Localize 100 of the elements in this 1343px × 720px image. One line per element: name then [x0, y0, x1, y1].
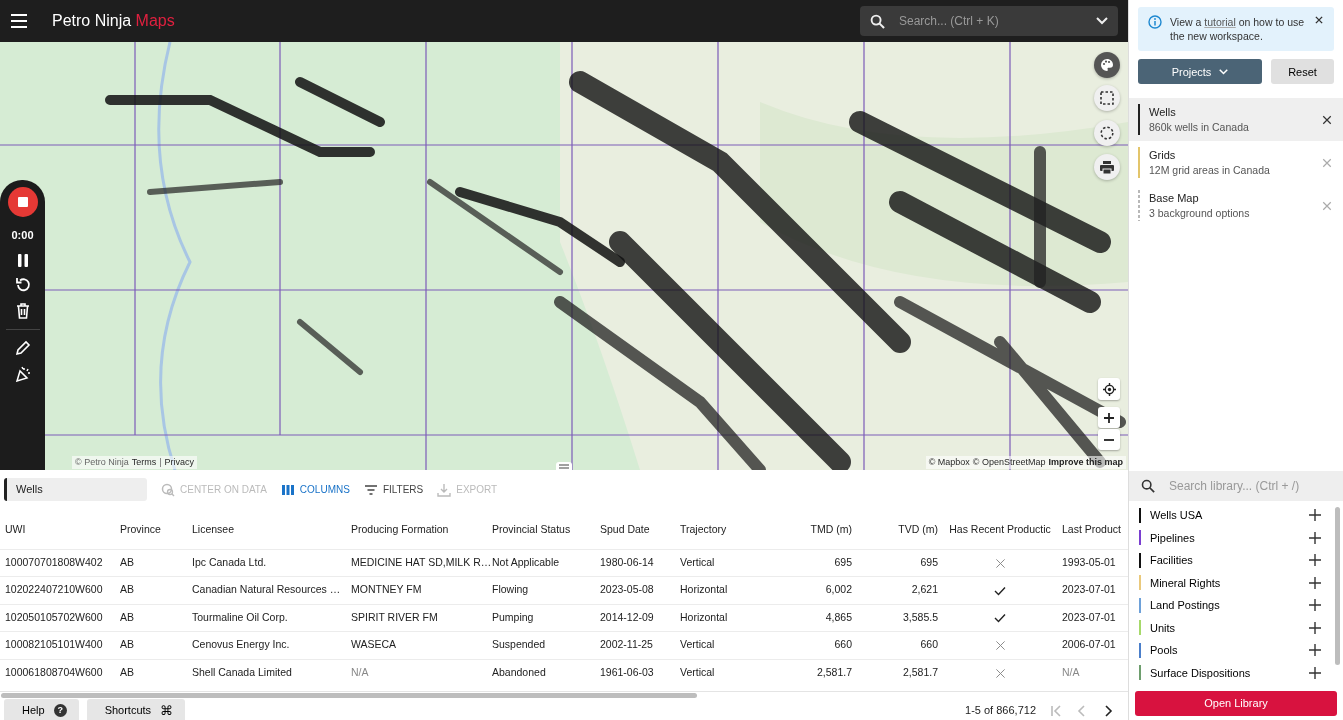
- layer-description: 12M grid areas in Canada: [1149, 163, 1271, 179]
- table-cell: Vertical: [680, 555, 715, 568]
- column-header[interactable]: Producing Formation: [351, 522, 449, 535]
- table-cell: 2,581.7: [816, 666, 852, 679]
- projects-button[interactable]: Projects: [1138, 59, 1262, 85]
- library-item-name: Units: [1150, 620, 1177, 636]
- library-item[interactable]: Facilities: [1129, 549, 1333, 572]
- tutorial-link[interactable]: tutorial: [1204, 16, 1236, 28]
- table-cell: Horizontal: [680, 610, 728, 623]
- table-cell: AB: [120, 555, 134, 568]
- close-button[interactable]: [1314, 15, 1324, 25]
- plus-icon: [1309, 599, 1321, 612]
- plus-icon: [1309, 666, 1321, 679]
- menu-button[interactable]: [10, 14, 28, 28]
- layer-description: 860k wells in Canada: [1149, 120, 1250, 136]
- table-cell: Ipc Canada Ltd.: [192, 555, 267, 568]
- table-cell: 2023-07-01: [1062, 610, 1116, 623]
- table-cell: Canadian Natural Resources …: [192, 583, 341, 596]
- remove-layer-button[interactable]: [1321, 113, 1333, 126]
- filter-icon: [363, 482, 378, 497]
- library-item-name: Pipelines: [1150, 530, 1196, 546]
- library-search-field[interactable]: Search library... (Ctrl + /): [1129, 471, 1343, 501]
- trash-button[interactable]: [15, 302, 30, 319]
- pencil-button[interactable]: [14, 339, 31, 356]
- table-cell: 100082105101W400: [5, 638, 103, 651]
- attribution-link[interactable]: © Mapbox: [928, 455, 970, 469]
- table-cell: 695: [920, 555, 938, 568]
- library-item[interactable]: Land Postings: [1129, 594, 1333, 617]
- zoom-in-button[interactable]: [1098, 407, 1120, 428]
- library-item[interactable]: Wells USA: [1129, 504, 1333, 527]
- column-header[interactable]: UWI: [5, 522, 26, 535]
- undo-button[interactable]: [14, 276, 31, 293]
- plus-icon: [1104, 412, 1114, 423]
- layer-item[interactable]: Grids 12M grid areas in Canada: [1129, 141, 1343, 185]
- table-cell: 2002-11-25: [600, 638, 653, 651]
- scrollbar-thumb[interactable]: [1, 692, 697, 698]
- zoom-out-button[interactable]: [1098, 429, 1120, 450]
- layer-item[interactable]: Wells 860k wells in Canada: [1129, 98, 1343, 142]
- table-cell: 2023-05-08: [600, 583, 654, 596]
- scrollbar-thumb[interactable]: [1335, 507, 1340, 665]
- crosshair-icon: [1102, 382, 1116, 396]
- table-cell: AB: [120, 583, 134, 596]
- table-cell: 3,585.5: [902, 610, 938, 623]
- plus-icon: [1309, 576, 1321, 589]
- attribution-link[interactable]: © OpenStreetMap: [972, 455, 1046, 469]
- plus-icon: [1309, 509, 1321, 522]
- column-header[interactable]: Has Recent Productic: [949, 522, 1051, 535]
- table-cell: MEDICINE HAT SD,MILK R…: [351, 555, 492, 568]
- library-item[interactable]: Surface Dispositions: [1129, 661, 1333, 684]
- attribution-link[interactable]: Terms: [131, 455, 157, 469]
- info-icon: [1148, 15, 1162, 29]
- table-cell: 1980-06-14: [600, 555, 654, 568]
- shortcuts-button[interactable]: Shortcuts ⌘: [86, 698, 186, 720]
- laser-pointer-button[interactable]: [14, 365, 31, 382]
- table-cell: Tourmaline Oil Corp.: [192, 610, 288, 623]
- attribution-link[interactable]: Improve this map: [1048, 455, 1123, 469]
- palette-icon: [1100, 58, 1114, 72]
- open-library-button[interactable]: Open Library: [1135, 691, 1337, 716]
- column-header[interactable]: Trajectory: [680, 522, 727, 535]
- column-header[interactable]: Spud Date: [600, 522, 650, 535]
- column-header[interactable]: Licensee: [192, 522, 235, 535]
- table-cell: 1993-05-01: [1062, 555, 1116, 568]
- reset-button[interactable]: Reset: [1271, 59, 1334, 85]
- help-button[interactable]: Help ?: [4, 698, 79, 720]
- next-page-button[interactable]: [1102, 704, 1114, 717]
- dashed-circle-icon: [1100, 126, 1114, 140]
- column-header[interactable]: Provincial Status: [492, 522, 571, 535]
- toolbar-button[interactable]: COLUMNS: [280, 482, 350, 497]
- toolbar-button[interactable]: FILTERS: [363, 482, 424, 497]
- map-target-icon: [161, 482, 175, 497]
- table-cell: WASECA: [351, 638, 397, 651]
- app-title: Petro Ninja Maps: [52, 11, 175, 31]
- chevron-down-icon[interactable]: [1096, 17, 1108, 25]
- attribution-link[interactable]: Privacy: [164, 455, 194, 469]
- plus-icon: [1309, 644, 1321, 657]
- column-header[interactable]: Province: [120, 522, 161, 535]
- library-item[interactable]: Mineral Rights: [1129, 571, 1333, 594]
- table-cell: 100070701808W402: [5, 555, 103, 568]
- library-item[interactable]: Pools: [1129, 639, 1333, 662]
- attribution-text: |: [159, 455, 162, 469]
- pause-button[interactable]: [16, 253, 29, 267]
- column-header[interactable]: TVD (m): [898, 521, 938, 538]
- notice-text: View a tutorial on how to use the new workspace.: [1170, 15, 1306, 44]
- column-header[interactable]: TMD (m): [810, 521, 852, 538]
- search-field[interactable]: Search... (Ctrl + K): [860, 6, 1118, 36]
- table-cell: 2014-12-09: [600, 610, 654, 623]
- locate-button[interactable]: [1098, 378, 1120, 400]
- table-cell: 1961-06-03: [600, 666, 654, 679]
- printer-icon: [1100, 160, 1114, 174]
- layer-item[interactable]: Base Map 3 background options: [1129, 184, 1343, 228]
- library-item[interactable]: Units: [1129, 616, 1333, 639]
- layer-tab[interactable]: Wells: [4, 478, 147, 501]
- stop-recording-button[interactable]: [7, 187, 38, 217]
- column-header[interactable]: Last Product: [1062, 522, 1121, 535]
- drag-handle-icon[interactable]: [556, 462, 572, 470]
- layer-name: Grids: [1149, 147, 1177, 163]
- library-item[interactable]: Pipelines: [1129, 526, 1333, 549]
- plus-icon: [1309, 554, 1321, 567]
- table-cell: Suspended: [492, 638, 546, 651]
- command-key-icon: ⌘: [160, 700, 174, 720]
